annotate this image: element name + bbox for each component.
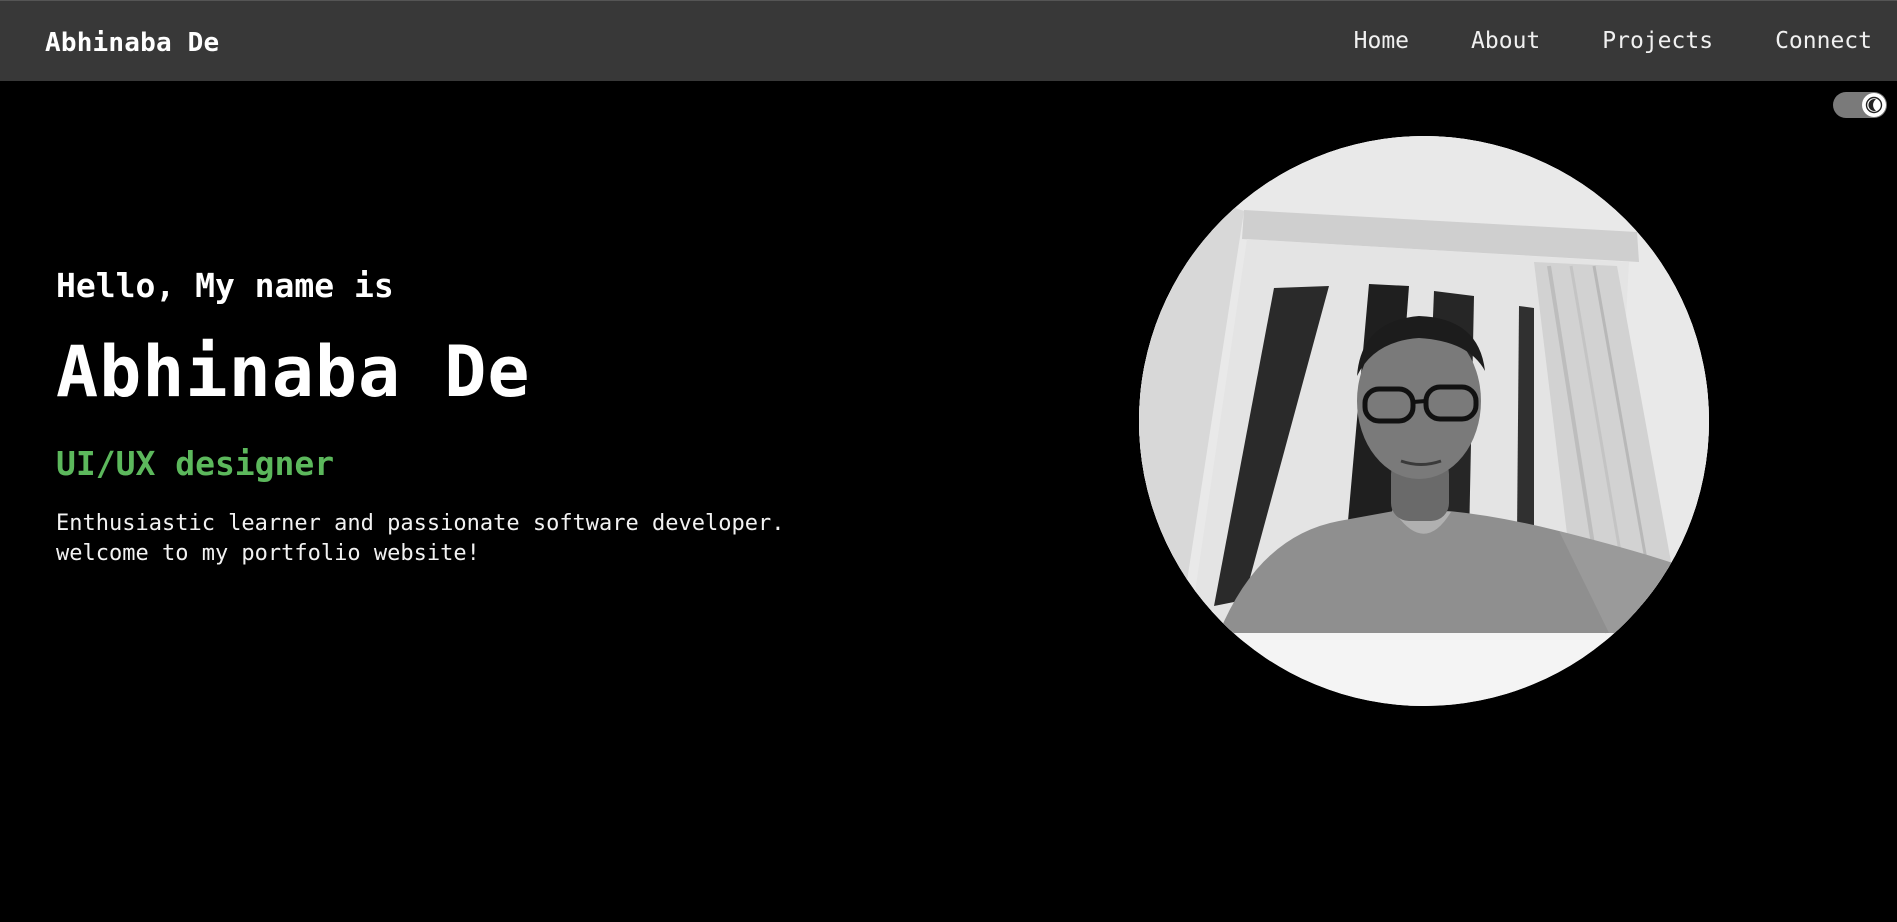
hero-intro: Enthusiastic learner and passionate soft… xyxy=(56,509,956,569)
nav-projects-link[interactable]: Projects xyxy=(1602,28,1713,54)
nav-connect-link[interactable]: Connect xyxy=(1775,28,1872,54)
nav-about-link[interactable]: About xyxy=(1471,28,1540,54)
nav-home-link[interactable]: Home xyxy=(1354,28,1409,54)
top-navbar: Abhinaba De Home About Projects Connect xyxy=(0,0,1897,81)
hero-section: Hello, My name is Abhinaba De UI/UX desi… xyxy=(56,266,956,569)
profile-photo-illustration xyxy=(1139,136,1709,706)
nav-links: Home About Projects Connect xyxy=(1354,28,1872,54)
hero-name: Abhinaba De xyxy=(56,330,531,413)
hero-greeting: Hello, My name is xyxy=(56,266,394,305)
hero-role: UI/UX designer xyxy=(56,443,335,483)
profile-photo xyxy=(1139,136,1709,706)
brand-logo[interactable]: Abhinaba De xyxy=(45,28,219,58)
hero-intro-line-1: Enthusiastic learner and passionate soft… xyxy=(56,511,785,537)
toggle-knob xyxy=(1862,93,1886,117)
moon-icon xyxy=(1865,96,1883,114)
theme-toggle[interactable] xyxy=(1833,92,1887,118)
hero-intro-line-2: welcome to my portfolio website! xyxy=(56,541,480,567)
